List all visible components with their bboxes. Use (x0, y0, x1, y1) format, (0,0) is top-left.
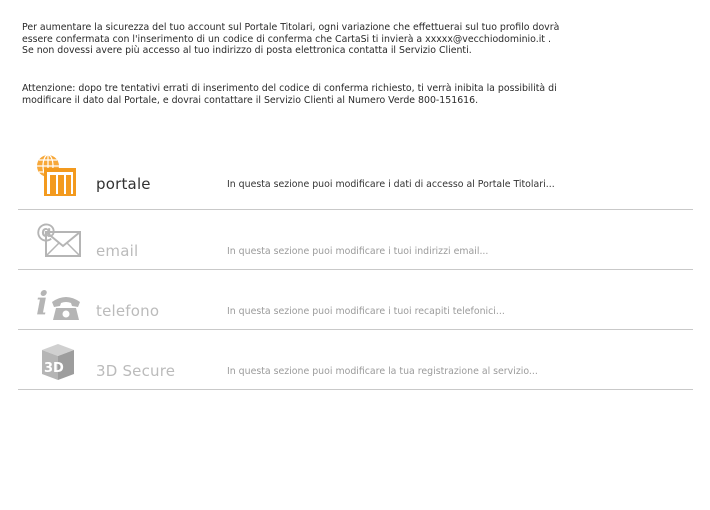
section-description: In questa sezione puoi modificare i tuoi… (227, 246, 489, 257)
section-3d-secure[interactable]: 3D 3D Secure In questa sezione puoi modi… (18, 330, 693, 390)
section-title[interactable]: 3D Secure (96, 362, 175, 380)
portal-building-icon (34, 154, 82, 198)
intro-line: Per aumentare la sicurezza del tuo accou… (22, 22, 560, 33)
intro-line: essere confermata con l'inserimento di u… (22, 33, 551, 45)
email-envelope-icon: @ (34, 219, 82, 264)
3d-cube-icon: 3D (34, 340, 82, 384)
svg-text:i: i (36, 284, 48, 322)
warning-line: Attenzione: dopo tre tentativi errati di… (22, 83, 557, 94)
warning-line: modificare il dato dal Portale, e dovrai… (22, 94, 479, 106)
intro-line: Se non dovessi avere più accesso al tuo … (22, 45, 472, 57)
svg-text:@: @ (36, 220, 56, 243)
section-description: In questa sezione puoi modificare la tua… (227, 366, 538, 377)
attention-warning-text: Attenzione: dopo tre tentativi errati di… (22, 83, 692, 106)
section-description: In questa sezione puoi modificare i tuoi… (227, 306, 505, 317)
section-title[interactable]: portale (96, 175, 151, 193)
section-email[interactable]: @ email In questa sezione puoi modificar… (18, 210, 693, 270)
section-description: In questa sezione puoi modificare i dati… (227, 179, 555, 190)
security-intro-text: Per aumentare la sicurezza del tuo accou… (22, 22, 682, 57)
section-title[interactable]: email (96, 242, 138, 260)
profile-sections-list: portale In questa sezione puoi modificar… (18, 150, 693, 390)
section-portale[interactable]: portale In questa sezione puoi modificar… (18, 150, 693, 210)
telephone-icon: i (34, 280, 82, 324)
section-title[interactable]: telefono (96, 302, 159, 320)
section-telefono[interactable]: i telefono In questa sezione puoi modifi… (18, 270, 693, 330)
svg-text:3D: 3D (44, 361, 64, 376)
